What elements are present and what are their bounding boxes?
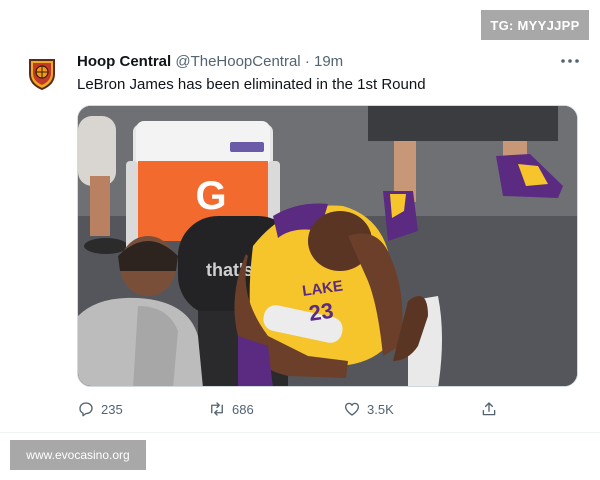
hoop-central-logo-icon bbox=[22, 52, 62, 92]
reply-count: 235 bbox=[101, 401, 123, 417]
like-icon bbox=[344, 402, 360, 416]
retweet-icon bbox=[211, 402, 223, 416]
user-handle[interactable]: @TheHoopCentral bbox=[175, 53, 300, 70]
watermark-top: TG: MYYJJPP bbox=[481, 10, 589, 40]
tweet-text: LeBron James has been eliminated in the … bbox=[77, 76, 426, 93]
tweet-action-bar: 235 686 3.5K bbox=[77, 400, 517, 420]
retweet-button[interactable]: 686 bbox=[208, 400, 254, 418]
tweet-media-image[interactable]: G that's g LAKE 23 bbox=[77, 105, 578, 387]
timestamp[interactable]: 19m bbox=[314, 53, 343, 70]
like-count: 3.5K bbox=[367, 401, 394, 417]
share-icon bbox=[482, 402, 496, 416]
avatar[interactable] bbox=[22, 52, 62, 92]
bottom-divider bbox=[0, 432, 600, 433]
separator-dot: · bbox=[304, 53, 310, 70]
share-button[interactable] bbox=[480, 400, 498, 418]
reply-button[interactable]: 235 bbox=[77, 400, 123, 418]
jersey-number: 23 bbox=[307, 298, 335, 326]
retweet-count: 686 bbox=[232, 401, 254, 417]
cooler-logo-text: G bbox=[195, 174, 226, 218]
media-photo: G that's g LAKE 23 bbox=[78, 106, 577, 386]
reply-icon bbox=[79, 402, 93, 417]
watermark-bottom: www.evocasino.org bbox=[10, 440, 146, 470]
more-horizontal-icon[interactable] bbox=[558, 51, 582, 71]
tweet-header: Hoop Central @TheHoopCentral · 19m bbox=[77, 53, 343, 71]
like-button[interactable]: 3.5K bbox=[343, 400, 394, 418]
display-name[interactable]: Hoop Central bbox=[77, 53, 171, 70]
